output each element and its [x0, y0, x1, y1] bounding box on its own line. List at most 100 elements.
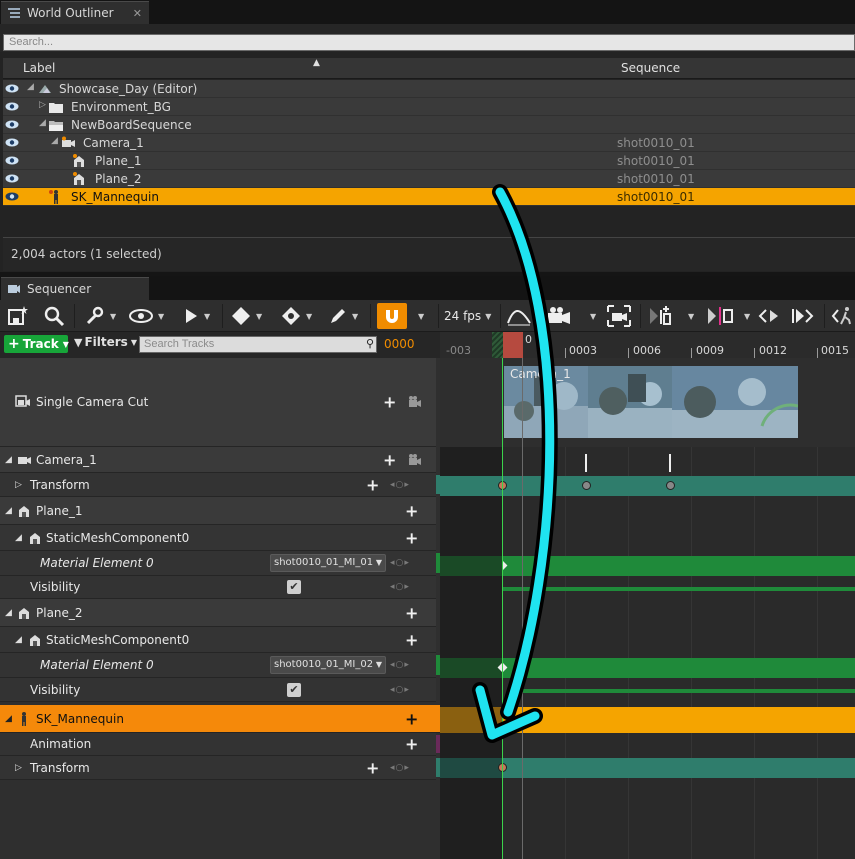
expander-icon[interactable]: ◢	[5, 608, 12, 618]
search-tracks-input[interactable]: Search Tracks ⚲	[139, 336, 377, 353]
outliner-row[interactable]: ◢ Showcase_Day (Editor)	[3, 80, 855, 98]
visibility-eye-icon[interactable]	[5, 156, 19, 165]
playback-range-dropdown[interactable]: ▼	[684, 303, 694, 329]
tab-sequencer[interactable]: Sequencer	[1, 277, 149, 300]
visibility-eye-icon[interactable]	[5, 192, 19, 201]
add-track-icon[interactable]: +	[405, 528, 418, 547]
frame-rate-dropdown[interactable]: 24 fps ▼	[444, 303, 491, 329]
outliner-row[interactable]: ◢ NewBoardSequence	[3, 116, 855, 134]
expander-icon[interactable]: ▷	[15, 763, 22, 773]
column-header-sequence[interactable]: Sequence	[621, 61, 680, 75]
outliner-row[interactable]: Plane_1 shot0010_01	[3, 152, 855, 170]
step-back-button[interactable]	[758, 303, 782, 329]
snap-options-dropdown[interactable]: ▼	[414, 303, 424, 329]
snap-toggle-button[interactable]	[377, 303, 407, 329]
filters-button[interactable]: ▼ Filters ▼	[74, 335, 137, 349]
key-navigation-icon[interactable]: ◂○▸	[390, 660, 410, 670]
key-navigation-icon[interactable]: ◂○▸	[390, 685, 410, 695]
key-options-dropdown[interactable]: ▼	[230, 303, 262, 329]
add-key-icon[interactable]: +	[366, 758, 379, 777]
camera-thumbnail[interactable]	[588, 366, 672, 438]
track-camera-cut[interactable]: Single Camera Cut +	[0, 358, 436, 447]
key-navigation-icon[interactable]: ◂○▸	[390, 763, 410, 773]
add-track-icon[interactable]: +	[405, 630, 418, 649]
track-material-element[interactable]: Material Element 0 shot0010_01_MI_02 ▼ ◂○…	[0, 653, 442, 678]
search-button[interactable]	[42, 303, 66, 329]
track-static-mesh-component[interactable]: ◢ StaticMeshComponent0 +	[0, 627, 436, 653]
visibility-eye-icon[interactable]	[5, 138, 19, 147]
visibility-eye-icon[interactable]	[5, 84, 19, 93]
playhead-handle[interactable]	[503, 332, 523, 358]
jump-to-start-button[interactable]	[648, 303, 676, 329]
track-visibility[interactable]: Visibility ✔ ◂○▸	[0, 678, 436, 702]
add-camera-button[interactable]	[546, 303, 574, 329]
track-transform[interactable]: ▷ Transform + ◂○▸	[0, 756, 442, 780]
range-button[interactable]	[706, 303, 736, 329]
camera-add-icon[interactable]	[407, 452, 423, 468]
edit-mode-dropdown[interactable]: ▼	[328, 303, 358, 329]
playback-options-dropdown[interactable]: ▼	[182, 303, 210, 329]
close-icon[interactable]: ✕	[133, 7, 142, 20]
expander-icon[interactable]: ▷	[39, 100, 46, 110]
add-track-icon[interactable]: +	[405, 501, 418, 520]
track-camera-1[interactable]: ◢ Camera_1 +	[0, 447, 436, 473]
visibility-checkbox[interactable]: ✔	[287, 682, 301, 697]
add-track-icon[interactable]: +	[383, 450, 396, 469]
expander-icon[interactable]: ◢	[5, 714, 12, 724]
add-key-icon[interactable]: +	[366, 475, 379, 494]
add-track-icon[interactable]: +	[405, 709, 418, 728]
tools-dropdown[interactable]: ▼	[84, 303, 116, 329]
expander-icon[interactable]: ◢	[5, 455, 12, 465]
camera-add-icon[interactable]	[407, 394, 423, 410]
outliner-row[interactable]: ▷ Environment_BG	[3, 98, 855, 116]
camera-options-dropdown[interactable]: ▼	[586, 303, 596, 329]
curve-editor-button[interactable]	[506, 303, 532, 329]
visibility-eye-icon[interactable]	[5, 120, 19, 129]
current-frame-field[interactable]: 0000	[384, 337, 415, 351]
keyframe[interactable]	[582, 481, 591, 490]
add-track-icon[interactable]: +	[405, 603, 418, 622]
key-navigation-icon[interactable]: ◂○▸	[390, 582, 410, 592]
expander-icon[interactable]: ◢	[15, 635, 22, 645]
track-animation[interactable]: Animation +	[0, 733, 442, 756]
track-transform[interactable]: ▷ Transform + ◂○▸	[0, 473, 442, 497]
timeline-area[interactable]: Camera_1	[440, 358, 855, 859]
add-section-icon[interactable]: +	[383, 393, 396, 412]
visibility-lane[interactable]	[502, 587, 855, 591]
track-sk-mannequin[interactable]: ◢ SK_Mannequin +	[0, 705, 440, 733]
transform-key-dropdown[interactable]: ▼	[280, 303, 312, 329]
material-dropdown[interactable]: shot0010_01_MI_01 ▼	[270, 554, 386, 572]
range-options-dropdown[interactable]: ▼	[740, 303, 750, 329]
key-navigation-icon[interactable]: ◂○▸	[390, 480, 410, 490]
outliner-search-input[interactable]: Search...	[3, 34, 855, 51]
visibility-lane[interactable]	[522, 689, 855, 693]
camera-thumbnail[interactable]	[672, 366, 798, 438]
time-ruler[interactable]: -003 0 0003 0006 0009 0012 0015	[440, 332, 855, 358]
track-material-element[interactable]: Material Element 0 shot0010_01_MI_01 ▼ ◂○…	[0, 551, 442, 576]
add-animation-icon[interactable]: +	[405, 735, 418, 754]
visibility-eye-icon[interactable]	[5, 174, 19, 183]
expander-icon[interactable]: ◢	[51, 136, 58, 146]
track-visibility[interactable]: Visibility ✔ ◂○▸	[0, 576, 436, 599]
save-button[interactable]	[6, 303, 30, 329]
expander-icon[interactable]: ◢	[5, 506, 12, 516]
expander-icon[interactable]: ◢	[27, 82, 34, 92]
tab-world-outliner[interactable]: World Outliner ✕	[1, 1, 149, 24]
visibility-checkbox[interactable]: ✔	[287, 580, 301, 594]
track-plane-1[interactable]: ◢ Plane_1 +	[0, 497, 436, 525]
visibility-eye-icon[interactable]	[5, 102, 19, 111]
outliner-row[interactable]: Plane_2 shot0010_01	[3, 170, 855, 188]
outliner-row-selected[interactable]: SK_Mannequin shot0010_01	[3, 188, 855, 206]
camera-lock-button[interactable]	[606, 303, 632, 329]
key-navigation-icon[interactable]: ◂○▸	[390, 558, 410, 568]
keyframe[interactable]	[666, 481, 675, 490]
expander-icon[interactable]: ▷	[15, 480, 22, 490]
expander-icon[interactable]: ◢	[15, 533, 22, 543]
step-forward-button[interactable]	[790, 303, 814, 329]
walk-mode-button[interactable]	[830, 303, 855, 329]
track-static-mesh-component[interactable]: ◢ StaticMeshComponent0 +	[0, 525, 436, 551]
column-header-label[interactable]: Label	[23, 61, 55, 75]
material-dropdown[interactable]: shot0010_01_MI_02 ▼	[270, 656, 386, 674]
add-track-button[interactable]: + Track ▼	[4, 335, 69, 353]
expander-icon[interactable]: ◢	[39, 118, 46, 128]
